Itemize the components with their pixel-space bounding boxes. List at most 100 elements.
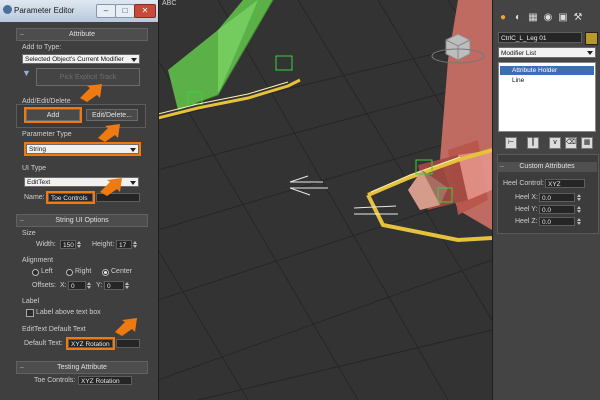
default-text-field[interactable]: XYZ Rotation	[66, 337, 115, 350]
offset-y-label: Y:	[96, 282, 103, 289]
custom-attributes-header[interactable]: – Custom Attributes	[497, 162, 597, 172]
stack-item-label: Line	[512, 77, 525, 84]
green-leg-mesh	[168, 0, 293, 111]
size-label: Size	[22, 230, 36, 237]
orange-arrow-icon	[100, 178, 122, 196]
pin-stack-icon[interactable]: ⊢	[505, 137, 517, 149]
create-tab-icon[interactable]: ●	[497, 12, 509, 24]
heel-control-field[interactable]: XYZ	[545, 179, 585, 188]
parameter-type-dropdown[interactable]: String	[24, 142, 141, 156]
utilities-tab-icon[interactable]: ⚒	[572, 12, 584, 24]
align-center-radio[interactable]	[102, 269, 109, 276]
label-above-checkbox[interactable]	[26, 309, 34, 317]
default-text-extension[interactable]	[116, 339, 140, 348]
attribute-rollout-header[interactable]: – Attribute	[16, 28, 148, 41]
label-above-text: Label above text box	[36, 309, 101, 316]
toe-controls-label: Toe Controls:	[34, 377, 76, 384]
align-left-radio[interactable]	[32, 269, 39, 276]
modifier-list-dropdown[interactable]: Modifier List	[498, 47, 596, 58]
dropdown-value: Selected Object's Current Modifier	[25, 56, 124, 63]
3d-viewport[interactable]: ABC	[158, 0, 492, 400]
orange-arrow-icon	[98, 124, 120, 142]
heel-x-label: Heel X:	[515, 194, 538, 201]
chevron-down-icon	[131, 58, 137, 62]
dropdown-value: Modifier List	[501, 50, 537, 57]
stack-item-label: Attribute Holder	[512, 67, 558, 74]
name-field[interactable]: Toe Controls	[46, 191, 95, 204]
offset-y-spinner[interactable]: 0	[104, 281, 124, 290]
parameter-editor-titlebar[interactable]: Parameter Editor – □ ✕	[0, 0, 158, 22]
testing-attribute-rollout-header[interactable]: – Testing Attribute	[16, 361, 148, 374]
heel-y-spinner[interactable]: 0.0	[539, 205, 575, 214]
motion-tab-icon[interactable]: ◉	[542, 12, 554, 24]
rollout-title: String UI Options	[55, 217, 109, 224]
dropdown-value: String	[29, 146, 46, 153]
make-unique-icon[interactable]: ∨	[549, 137, 561, 149]
remove-modifier-icon[interactable]: ⌫	[565, 137, 577, 149]
modifier-stack[interactable]: Attribute Holder Line	[498, 62, 596, 132]
toe-controls-field[interactable]: XYZ Rotation	[78, 376, 132, 385]
align-center-label: Center	[111, 268, 133, 275]
collapse-icon: –	[20, 31, 24, 38]
width-label: Width:	[36, 241, 56, 248]
heel-control-label: Heel Control:	[503, 180, 544, 187]
edittext-default-label: EditText Default Text	[22, 326, 86, 333]
maximize-button[interactable]: □	[115, 4, 135, 18]
string-ui-options-rollout-header[interactable]: – String UI Options	[16, 214, 148, 227]
hierarchy-tab-icon[interactable]: ▦	[527, 12, 539, 24]
window-title: Parameter Editor	[14, 6, 75, 15]
close-button[interactable]: ✕	[134, 4, 156, 18]
align-right-label: Right	[75, 268, 92, 275]
menubar-fragment: ABC	[162, 0, 177, 7]
stack-item-attribute-holder[interactable]: Attribute Holder	[500, 66, 594, 75]
add-to-type-dropdown[interactable]: Selected Object's Current Modifier	[22, 54, 140, 64]
dropdown-value: EditText	[27, 179, 51, 186]
configure-sets-icon[interactable]: ▦	[581, 137, 593, 149]
heel-y-label: Heel Y:	[515, 206, 538, 213]
offsets-label: Offsets:	[32, 282, 56, 289]
show-end-result-icon[interactable]: ┃	[527, 137, 539, 149]
default-text-label: Default Text:	[24, 340, 63, 347]
heel-x-spinner[interactable]: 0.0	[539, 193, 575, 202]
object-color-swatch[interactable]	[585, 32, 598, 45]
chevron-down-icon	[130, 181, 136, 185]
add-to-type-label: Add to Type:	[22, 44, 62, 51]
stack-item-line[interactable]: Line	[500, 76, 594, 85]
rollout-title: Testing Attribute	[57, 364, 107, 371]
modify-tab-icon[interactable]: ◐	[512, 12, 524, 24]
spinner-arrows-icon[interactable]	[577, 205, 581, 214]
ui-type-label: UI Type	[22, 165, 46, 172]
orange-arrow-icon	[115, 318, 137, 336]
height-spinner[interactable]: 17	[116, 240, 132, 249]
alignment-label: Alignment	[22, 257, 54, 264]
height-label: Height:	[92, 241, 115, 248]
align-right-radio[interactable]	[66, 269, 73, 276]
parameter-editor-window: Parameter Editor – □ ✕ – Attribute Add t…	[0, 0, 159, 400]
heel-z-label: Heel Z:	[515, 218, 538, 225]
spinner-arrows-icon[interactable]	[87, 281, 91, 290]
add-button[interactable]: Add	[24, 107, 82, 123]
spinner-arrows-icon[interactable]	[577, 193, 581, 202]
heel-z-spinner[interactable]: 0.0	[539, 217, 575, 226]
collapse-icon: –	[20, 364, 24, 371]
spinner-arrows-icon[interactable]	[577, 217, 581, 226]
command-panel: ● ◐ ▦ ◉ ▣ ⚒ CtrlC_L_Leg 01 Modifier List…	[492, 0, 600, 400]
edit-delete-button[interactable]: Edit/Delete...	[86, 109, 138, 121]
width-spinner[interactable]: 150	[60, 240, 76, 249]
collapse-icon: –	[20, 217, 24, 224]
app-logo-icon	[3, 5, 12, 14]
object-name-field[interactable]: CtrlC_L_Leg 01	[498, 32, 582, 43]
spinner-arrows-icon[interactable]	[133, 240, 137, 249]
chevron-down-icon	[130, 148, 136, 152]
label-group-label: Label	[22, 298, 40, 305]
display-tab-icon[interactable]: ▣	[557, 12, 569, 24]
rollout-title: Attribute	[68, 31, 96, 38]
viewport-scene	[158, 0, 492, 400]
minimize-button[interactable]: –	[96, 4, 116, 18]
offset-x-spinner[interactable]: 0	[68, 281, 86, 290]
orange-arrow-icon	[80, 84, 102, 102]
rollout-title: Custom Attributes	[519, 163, 575, 170]
spinner-arrows-icon[interactable]	[77, 240, 81, 249]
spinner-arrows-icon[interactable]	[125, 281, 129, 290]
parameter-type-label: Parameter Type	[22, 131, 72, 138]
